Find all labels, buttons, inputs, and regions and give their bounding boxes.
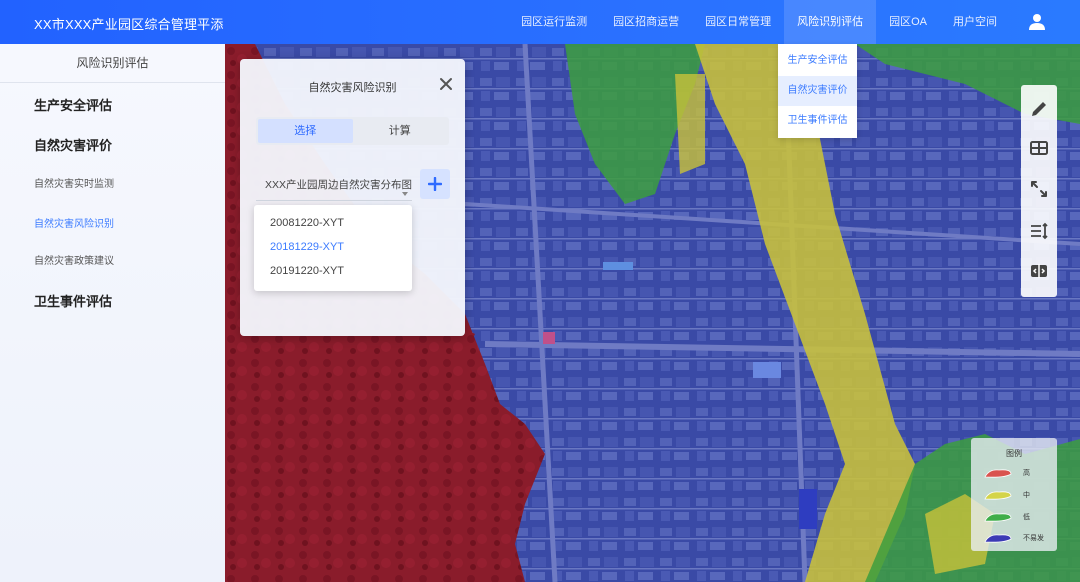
add-button[interactable] [420, 169, 450, 199]
legend-label: 中 [1023, 492, 1030, 499]
mode-tabs: 选择 计算 [256, 117, 449, 145]
sidebar-item-policy-advice[interactable]: 自然灾害政策建议 [0, 243, 225, 280]
map-toolbar [1021, 85, 1057, 297]
legend-swatch-not-prone [984, 534, 1012, 543]
legend-item-high: 高 [983, 466, 1030, 480]
nav-item-daily-management[interactable]: 园区日常管理 [692, 0, 784, 44]
nav-item-investment[interactable]: 园区招商运营 [600, 0, 692, 44]
risk-assessment-dropdown: 生产安全评估 自然灾害评价 卫生事件评估 [778, 44, 857, 138]
map-layer-select[interactable]: XXX产业园周边自然灾害分布图 [256, 171, 412, 201]
dropdown-item-natural-disaster[interactable]: 自然灾害评价 [778, 76, 857, 106]
plus-icon [428, 177, 442, 191]
option-item[interactable]: 20191220-XYT [254, 259, 412, 283]
legend-item-medium: 中 [983, 488, 1030, 502]
nav-item-user-space[interactable]: 用户空间 [940, 0, 1010, 44]
sidebar-item-risk-identification[interactable]: 自然灾害风险识别 [0, 206, 225, 243]
legend-swatch-high [984, 469, 1012, 478]
dropdown-item-production-safety[interactable]: 生产安全评估 [778, 46, 857, 76]
panel-title: 自然灾害风险识别 [308, 82, 397, 94]
map-legend: 图例 高 中 低 不易发 [971, 438, 1057, 551]
caret-down-icon [402, 192, 408, 196]
sidebar-header: 风险识别评估 [0, 44, 225, 83]
user-icon[interactable] [1028, 13, 1046, 31]
dropdown-item-health-event[interactable]: 卫生事件评估 [778, 106, 857, 136]
nav-item-risk-assessment[interactable]: 风险识别评估 [784, 0, 877, 44]
legend-title: 图例 [1006, 449, 1022, 458]
nav-item-operation-monitoring[interactable]: 园区运行监测 [508, 0, 600, 44]
option-item-selected[interactable]: 20181229-XYT [254, 235, 412, 259]
sidebar-section-natural-disaster[interactable]: 自然灾害评价 [0, 126, 225, 166]
legend-item-not-prone: 不易发 [983, 531, 1044, 545]
app-title: XX市XXX产业园区综合管理平添 [34, 17, 224, 32]
legend-label: 低 [1023, 514, 1030, 521]
close-icon[interactable] [439, 77, 453, 91]
option-item[interactable]: 20081220-XYT [254, 211, 412, 235]
compare-icon[interactable] [1029, 261, 1049, 281]
expand-icon[interactable] [1029, 179, 1049, 199]
legend-swatch-medium [984, 491, 1012, 500]
tab-select[interactable]: 选择 [258, 119, 353, 143]
risk-identification-panel: 自然灾害风险识别 选择 计算 XXX产业园周边自然灾害分布图 [240, 59, 465, 336]
list-sort-icon[interactable] [1029, 221, 1049, 241]
sidebar-section-health-event[interactable]: 卫生事件评估 [0, 282, 225, 322]
dataset-options: 20081220-XYT 20181229-XYT 20191220-XYT [254, 205, 412, 291]
legend-label: 不易发 [1023, 535, 1044, 542]
sidebar-section-production-safety[interactable]: 生产安全评估 [0, 86, 225, 126]
sidebar-item-realtime-monitoring[interactable]: 自然灾害实时监测 [0, 166, 225, 203]
main-nav: 园区运行监测 园区招商运营 园区日常管理 风险识别评估 园区OA 用户空间 [508, 0, 1010, 44]
legend-label: 高 [1023, 470, 1030, 477]
pencil-icon[interactable] [1029, 99, 1049, 119]
table-icon[interactable] [1029, 138, 1049, 158]
top-header: XX市XXX产业园区综合管理平添 园区运行监测 园区招商运营 园区日常管理 风险… [0, 0, 1080, 44]
nav-item-oa[interactable]: 园区OA [876, 0, 940, 44]
legend-item-low: 低 [983, 510, 1030, 524]
tab-calculate[interactable]: 计算 [353, 119, 448, 143]
sidebar: 风险识别评估 生产安全评估 自然灾害评价 自然灾害实时监测 自然灾害风险识别 自… [0, 44, 225, 582]
legend-swatch-low [984, 513, 1012, 522]
